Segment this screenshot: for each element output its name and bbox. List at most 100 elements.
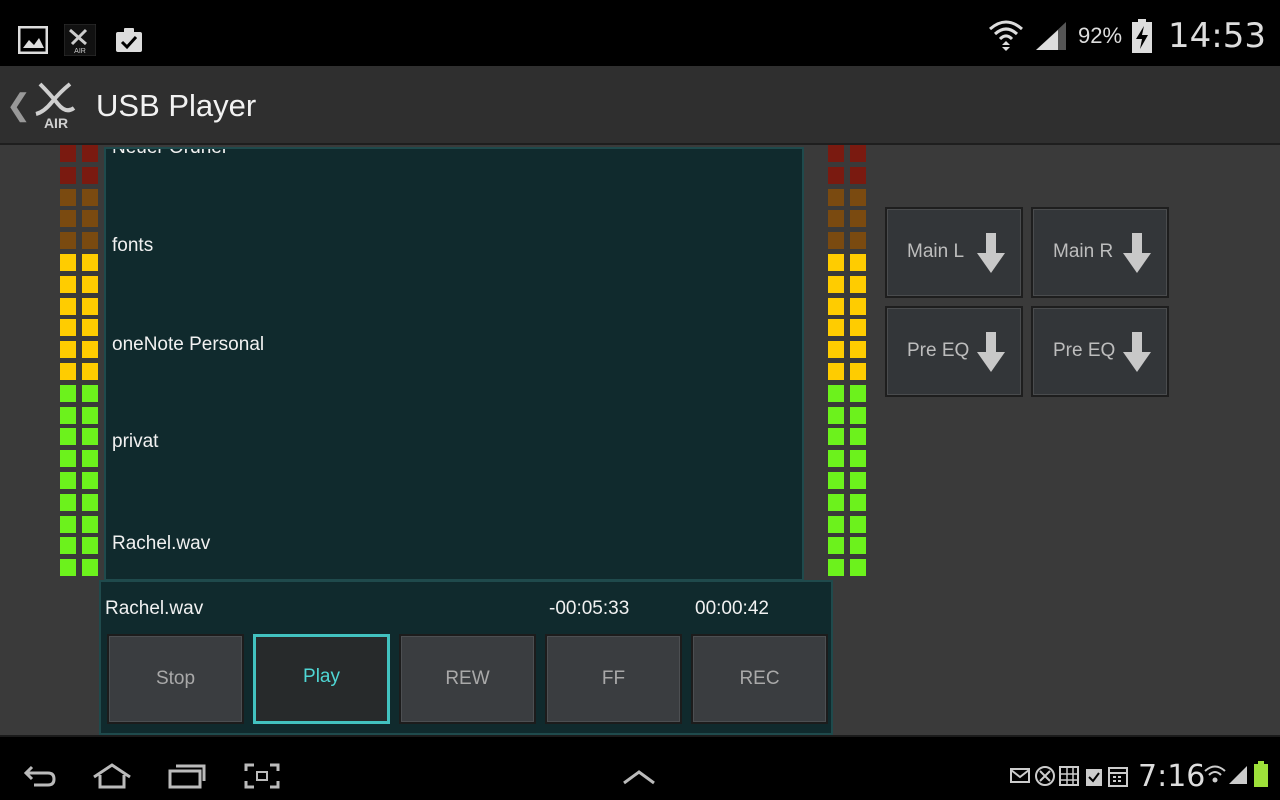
left-level-meter bbox=[60, 145, 100, 581]
meter-segment bbox=[850, 450, 866, 468]
meter-segment bbox=[850, 406, 866, 424]
meter-segment bbox=[60, 406, 76, 424]
page-title: USB Player bbox=[96, 88, 257, 123]
meter-segment bbox=[828, 319, 844, 337]
x-air-logo[interactable]: AIR bbox=[30, 80, 82, 130]
meter-segment bbox=[82, 210, 98, 228]
rew-button[interactable]: REW bbox=[399, 634, 536, 724]
screenshot-icon[interactable] bbox=[244, 763, 280, 789]
rew-label: REW bbox=[445, 668, 490, 689]
meter-segment bbox=[82, 472, 98, 489]
meter-segment bbox=[82, 232, 98, 250]
meter-segment bbox=[60, 275, 76, 293]
meter-segment bbox=[828, 275, 844, 293]
meter-segment bbox=[82, 493, 98, 511]
meter-segment bbox=[850, 145, 866, 162]
meter-segment bbox=[828, 145, 844, 162]
transport-panel: Rachel.wav -00:05:33 00:00:42 Stop Play … bbox=[99, 580, 833, 735]
chevron-left-icon[interactable]: ❮ bbox=[6, 88, 31, 123]
meter-column bbox=[850, 145, 866, 581]
meter-segment bbox=[82, 254, 98, 271]
meter-column bbox=[60, 145, 76, 581]
list-item[interactable]: Rachel.wav bbox=[112, 533, 210, 555]
list-item[interactable]: fonts bbox=[112, 235, 153, 257]
list-item[interactable]: privat bbox=[112, 431, 158, 453]
ff-button[interactable]: FF bbox=[545, 634, 682, 724]
meter-column bbox=[82, 145, 98, 581]
list-item[interactable]: oneNote Personal bbox=[112, 334, 264, 356]
battery-percent: 92% bbox=[1077, 23, 1123, 48]
route-pre-eq-right-button[interactable]: Pre EQ bbox=[1031, 306, 1169, 397]
recent-apps-icon[interactable] bbox=[168, 763, 206, 789]
meter-segment bbox=[850, 428, 866, 446]
store-icon bbox=[1059, 766, 1079, 786]
meter-segment bbox=[60, 210, 76, 228]
meter-segment bbox=[850, 559, 866, 577]
rec-button[interactable]: REC bbox=[691, 634, 828, 724]
meter-segment bbox=[828, 472, 844, 489]
meter-segment bbox=[82, 384, 98, 402]
meter-segment bbox=[82, 145, 98, 162]
clipboard-check-icon bbox=[116, 28, 142, 52]
meter-segment bbox=[60, 232, 76, 250]
stop-button[interactable]: Stop bbox=[107, 634, 244, 724]
meter-segment bbox=[60, 537, 76, 555]
routing-panel: Main L Main R Pre EQ Pre EQ bbox=[885, 207, 1170, 399]
play-button[interactable]: Play bbox=[253, 634, 390, 724]
meter-segment bbox=[60, 363, 76, 380]
list-item[interactable]: Neuer Ordner bbox=[112, 149, 228, 159]
clipboard-icon bbox=[1086, 769, 1102, 786]
meter-segment bbox=[828, 254, 844, 271]
route-label: Pre EQ bbox=[907, 340, 970, 361]
meter-segment bbox=[82, 188, 98, 206]
meter-segment bbox=[60, 319, 76, 337]
svg-text:AIR: AIR bbox=[74, 48, 86, 55]
meter-segment bbox=[82, 515, 98, 533]
meter-segment bbox=[850, 537, 866, 555]
meter-segment bbox=[850, 188, 866, 206]
file-list[interactable]: Neuer Ordner fonts oneNote Personal priv… bbox=[104, 147, 804, 581]
time-elapsed: 00:00:42 bbox=[695, 598, 769, 619]
meter-segment bbox=[82, 559, 98, 577]
meter-segment bbox=[850, 384, 866, 402]
meter-segment bbox=[828, 210, 844, 228]
meter-segment bbox=[850, 472, 866, 489]
meter-segment bbox=[60, 515, 76, 533]
battery-icon bbox=[1254, 761, 1268, 787]
meter-segment bbox=[60, 297, 76, 315]
home-icon[interactable] bbox=[92, 763, 132, 789]
meter-segment bbox=[828, 188, 844, 206]
meter-segment bbox=[60, 450, 76, 468]
svg-text:AIR: AIR bbox=[44, 115, 68, 130]
stop-label: Stop bbox=[155, 668, 196, 689]
back-icon[interactable] bbox=[22, 763, 56, 787]
meter-segment bbox=[60, 428, 76, 446]
meter-segment bbox=[60, 493, 76, 511]
chevron-up-icon[interactable] bbox=[622, 769, 656, 785]
meter-segment bbox=[60, 341, 76, 359]
meter-segment bbox=[850, 166, 866, 184]
x-air-app-icon: AIR bbox=[64, 24, 96, 56]
time-remaining: -00:05:33 bbox=[549, 598, 630, 619]
meter-segment bbox=[828, 384, 844, 402]
current-file-name: Rachel.wav bbox=[105, 598, 204, 619]
meter-segment bbox=[60, 188, 76, 206]
meter-segment bbox=[850, 341, 866, 359]
route-main-l-button[interactable]: Main L bbox=[885, 207, 1023, 298]
meter-segment bbox=[828, 232, 844, 250]
meter-segment bbox=[850, 319, 866, 337]
ff-label: FF bbox=[601, 668, 626, 689]
meter-segment bbox=[828, 559, 844, 577]
right-level-meter bbox=[828, 145, 868, 581]
action-bar: ❮ AIR USB Player bbox=[0, 66, 1280, 145]
play-label: Play bbox=[303, 666, 340, 687]
route-pre-eq-left-button[interactable]: Pre EQ bbox=[885, 306, 1023, 397]
meter-segment bbox=[850, 254, 866, 271]
meter-segment bbox=[82, 363, 98, 380]
route-main-r-button[interactable]: Main R bbox=[1031, 207, 1169, 298]
route-label: Pre EQ bbox=[1053, 340, 1116, 361]
arrow-down-icon bbox=[1123, 233, 1151, 273]
wifi-icon bbox=[988, 20, 1023, 51]
gallery-icon bbox=[18, 26, 48, 54]
meter-segment bbox=[850, 493, 866, 511]
